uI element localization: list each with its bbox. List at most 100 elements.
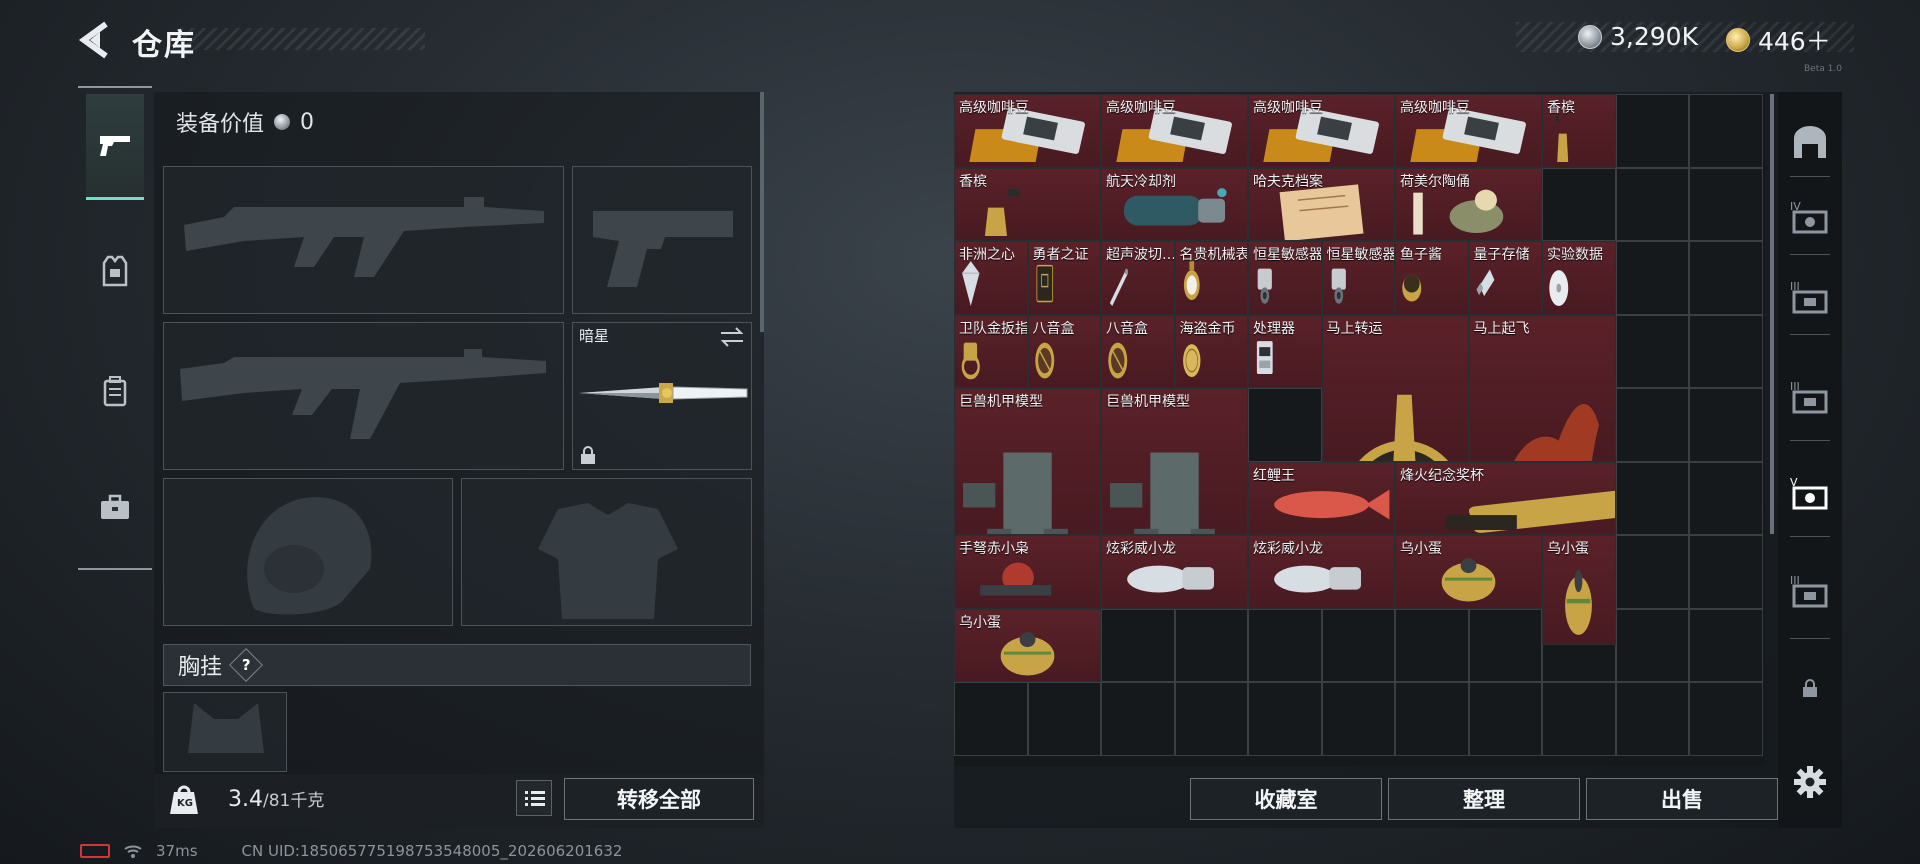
storage-item[interactable]: 非洲之心 <box>954 241 1028 315</box>
backpack-icon <box>103 376 127 407</box>
weight-max: /81千克 <box>263 791 325 811</box>
storage-item[interactable]: 超声波切… <box>1101 241 1175 315</box>
storage-scrollbar[interactable] <box>1770 94 1774 534</box>
primary-weapon-slot-2[interactable] <box>163 322 564 470</box>
primary-weapon-slot[interactable] <box>163 166 564 314</box>
storage-item[interactable]: 巨兽机甲模型 <box>954 388 1101 535</box>
storage-item-name: 海盗金币 <box>1179 320 1236 337</box>
storage-item[interactable]: 卫队金扳指 <box>954 314 1028 388</box>
storage-item[interactable]: 高级咖啡豆 <box>1248 94 1395 168</box>
pistol-silhouette-icon <box>593 211 733 287</box>
empty-cell <box>1615 608 1689 682</box>
storage-item[interactable]: 量子存储 <box>1468 241 1542 315</box>
helmet-slot[interactable] <box>163 478 453 626</box>
empty-cell <box>1101 608 1175 682</box>
empty-cell <box>1468 682 1542 756</box>
storage-item[interactable]: 恒星敏感器 <box>1321 241 1395 315</box>
storage-item[interactable]: 炫彩威小龙 <box>1248 535 1395 609</box>
storage-item[interactable]: 手弩赤小枭 <box>954 535 1101 609</box>
storage-item-name: 量子存储 <box>1473 247 1530 263</box>
storage-item[interactable]: 乌小蛋 <box>1542 535 1616 646</box>
organize-button[interactable]: 整理 <box>1388 778 1580 820</box>
storage-item[interactable]: 香槟 <box>954 167 1101 241</box>
storage-item-name: 恒星敏感器 <box>1253 247 1322 263</box>
storage-item[interactable]: 高级咖啡豆 <box>954 94 1101 168</box>
storage-item[interactable]: 香槟 <box>1542 94 1616 168</box>
tab-storage-iii-a[interactable]: III <box>1784 260 1836 332</box>
storage-item[interactable]: 高级咖啡豆 <box>1101 94 1248 168</box>
tab-armor[interactable] <box>86 218 144 324</box>
knife-icon <box>579 383 748 403</box>
help-icon[interactable]: ? <box>229 648 263 682</box>
sell-button[interactable]: 出售 <box>1586 778 1778 820</box>
warehouse-icon <box>1794 126 1826 158</box>
storage-item[interactable]: 航天冷却剂 <box>1101 167 1248 241</box>
transfer-all-button[interactable]: 转移全部 <box>564 778 754 820</box>
storage-item-name: 卫队金扳指 <box>959 320 1028 337</box>
swap-icon[interactable] <box>719 327 745 347</box>
tab-backpack[interactable] <box>86 338 144 444</box>
empty-cell <box>1615 167 1689 241</box>
storage-item-name: 航天冷却剂 <box>1106 173 1176 190</box>
weight-icon: KG <box>168 782 200 816</box>
storage-item[interactable]: 鱼子酱 <box>1395 241 1469 315</box>
storage-item[interactable]: 高级咖啡豆 <box>1395 94 1542 168</box>
storage-item-name: 处理器 <box>1253 320 1295 337</box>
storage-item[interactable]: 恒星敏感器 <box>1248 241 1322 315</box>
storage-item[interactable]: 红鲤王 <box>1248 461 1395 535</box>
storage-item[interactable]: 巨兽机甲模型 <box>1101 388 1248 535</box>
storage-item[interactable]: 八音盒 <box>1027 314 1101 388</box>
help-mark: ? <box>241 655 251 674</box>
chest-rig-slot[interactable] <box>163 692 287 772</box>
lock-icon <box>1803 679 1817 697</box>
gold-currency[interactable]: 446＋ <box>1726 22 1831 58</box>
list-view-button[interactable] <box>516 780 552 816</box>
storage-item[interactable]: 实验数据 <box>1542 241 1616 315</box>
storage-item[interactable]: 乌小蛋 <box>954 608 1101 682</box>
tab-weapons[interactable] <box>86 94 144 200</box>
tab-storage-all[interactable] <box>1784 106 1836 178</box>
storage-item[interactable]: 名贵机械表 <box>1174 241 1248 315</box>
storage-item[interactable]: 荷美尔陶俑 <box>1395 167 1542 241</box>
storage-item[interactable]: 哈夫克档案 <box>1248 167 1395 241</box>
rifle-silhouette-icon <box>184 197 544 277</box>
storage-item-name: 红鲤王 <box>1253 467 1295 484</box>
collection-room-button[interactable]: 收藏室 <box>1190 778 1382 820</box>
storage-item[interactable]: 烽火纪念奖杯 <box>1395 461 1616 535</box>
briefcase-icon <box>101 494 129 519</box>
storage-item-name: 手弩赤小枭 <box>959 541 1029 557</box>
storage-item-name: 马上转运 <box>1326 320 1383 337</box>
storage-item-name: 炫彩威小龙 <box>1106 541 1176 557</box>
empty-cell <box>1248 608 1322 682</box>
storage-item[interactable]: 八音盒 <box>1101 314 1175 388</box>
storage-item[interactable]: 马上起飞 <box>1468 314 1616 462</box>
storage-item[interactable]: 海盗金币 <box>1174 314 1248 388</box>
tab-storage-iii-c[interactable]: III <box>1784 554 1836 626</box>
tab-storage-iii-b[interactable]: III <box>1784 360 1836 432</box>
tab-case[interactable] <box>86 454 144 560</box>
storage-item-name: 高级咖啡豆 <box>1400 100 1470 116</box>
equipment-value-amount: 0 <box>300 109 315 135</box>
storage-item[interactable]: 炫彩威小龙 <box>1101 535 1248 609</box>
empty-cell <box>1615 241 1689 315</box>
armor-slot[interactable] <box>461 478 752 626</box>
empty-cell <box>1027 682 1101 756</box>
wifi-icon <box>124 845 142 858</box>
tab-storage-locked[interactable] <box>1784 652 1836 724</box>
tab-storage-v-active[interactable]: V <box>1784 456 1836 528</box>
storage-item[interactable]: 处理器 <box>1248 314 1322 388</box>
storage-item[interactable]: 马上转运 <box>1321 314 1469 462</box>
silver-currency[interactable]: 3,290K <box>1578 22 1698 51</box>
secondary-weapon-slot[interactable] <box>572 166 752 314</box>
melee-slot[interactable]: 暗星 <box>572 322 752 470</box>
empty-cell <box>1689 314 1763 388</box>
page-title: 仓库 <box>132 28 196 63</box>
settings-button[interactable] <box>1784 746 1836 818</box>
tab-storage-iv[interactable]: IV <box>1784 180 1836 252</box>
loadout-scrollbar[interactable] <box>760 92 764 332</box>
back-button[interactable] <box>78 20 114 60</box>
empty-cell <box>1248 388 1322 462</box>
rail-divider <box>78 568 152 570</box>
storage-item[interactable]: 乌小蛋 <box>1395 535 1542 609</box>
storage-item[interactable]: 勇者之证 <box>1027 241 1101 315</box>
